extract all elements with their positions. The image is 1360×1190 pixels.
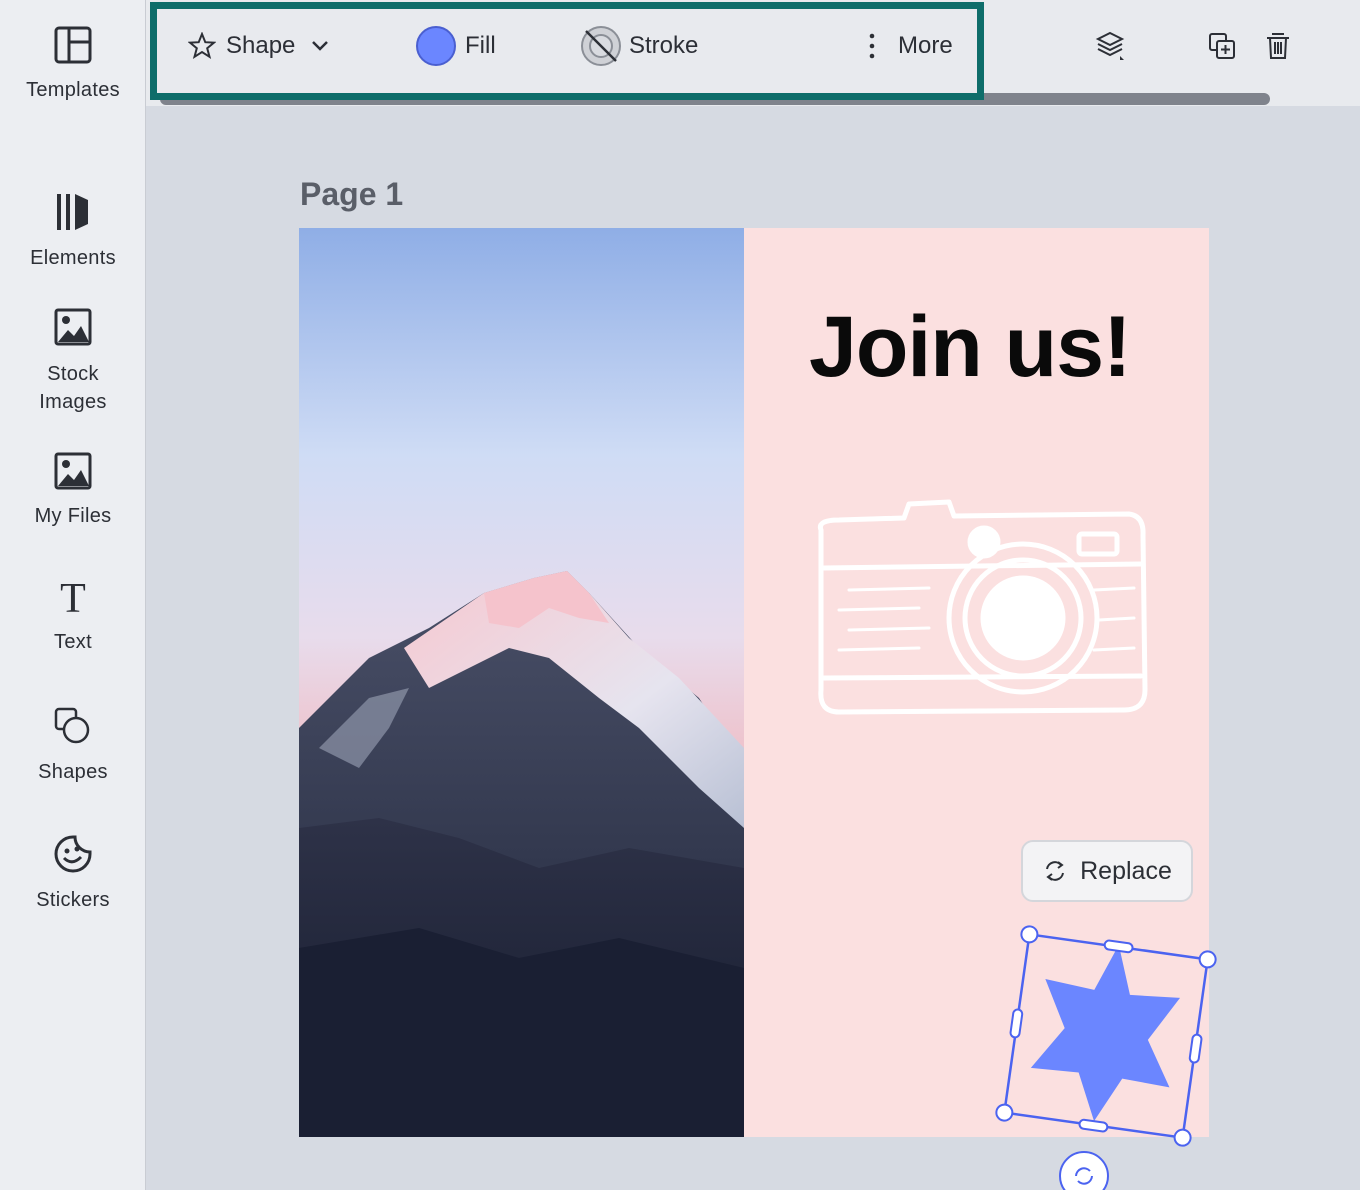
shape-label: Shape — [226, 32, 296, 59]
resize-handle-bottom-left[interactable] — [995, 1103, 1014, 1122]
sidebar-item-label: My Files — [34, 505, 112, 527]
more-vertical-icon — [869, 33, 875, 59]
no-stroke-icon — [581, 26, 621, 66]
resize-handle-left[interactable] — [1009, 1008, 1024, 1039]
sidebar-item-my-files[interactable]: My Files — [0, 452, 146, 530]
star-outline-icon — [188, 32, 216, 60]
shape-dropdown-button[interactable]: Shape — [188, 26, 331, 66]
resize-handle-bottom[interactable] — [1078, 1118, 1109, 1133]
sidebar-item-label: Shapes — [38, 761, 108, 783]
more-button[interactable]: More — [862, 26, 953, 66]
resize-handle-bottom-right[interactable] — [1173, 1128, 1192, 1147]
sidebar-item-label: Stock — [47, 363, 99, 385]
page-title: Page 1 — [300, 176, 404, 212]
sidebar-item-stickers[interactable]: Stickers — [0, 834, 146, 914]
sidebar-item-label: Text — [54, 631, 92, 653]
text-icon: T — [60, 578, 86, 618]
stroke-button[interactable]: Stroke — [580, 26, 698, 66]
layers-icon[interactable] — [1094, 30, 1126, 62]
replace-label: Replace — [1080, 856, 1172, 885]
stock-images-icon — [54, 308, 92, 346]
swap-arrows-icon — [1046, 861, 1065, 881]
my-files-icon — [54, 452, 92, 490]
left-sidebar: Templates Elements Stock Images My Files… — [0, 0, 146, 1190]
stickers-icon — [54, 835, 92, 873]
mountain-photo[interactable] — [299, 228, 744, 1137]
sidebar-item-label: Templates — [26, 79, 120, 101]
elements-icon — [57, 194, 88, 230]
sidebar-item-text[interactable]: T Text — [0, 578, 146, 656]
resize-handle-right[interactable] — [1188, 1033, 1203, 1064]
resize-handle-top[interactable] — [1103, 939, 1134, 954]
sidebar-item-label-line2: Images — [39, 391, 107, 413]
trash-icon[interactable] — [1262, 30, 1294, 62]
sidebar-item-elements[interactable]: Elements — [0, 192, 146, 272]
headline-text[interactable]: Join us! — [809, 298, 1132, 397]
rotate-handle-icon[interactable] — [1058, 1150, 1110, 1190]
sidebar-item-shapes[interactable]: Shapes — [0, 706, 146, 786]
sidebar-item-templates[interactable]: Templates — [0, 26, 146, 104]
camera-sketch-illustration[interactable] — [809, 490, 1154, 720]
resize-handle-top-left[interactable] — [1020, 925, 1039, 944]
stroke-label: Stroke — [629, 32, 699, 59]
fill-button[interactable]: Fill — [415, 26, 496, 66]
shapes-icon — [54, 707, 90, 744]
templates-icon — [54, 26, 92, 64]
svg-text:T: T — [60, 578, 86, 618]
duplicate-icon[interactable] — [1206, 30, 1238, 62]
fill-color-swatch-icon — [416, 26, 456, 66]
more-label: More — [898, 32, 953, 59]
star-shape — [1030, 944, 1181, 1122]
selected-star-shape[interactable] — [990, 920, 1222, 1152]
sidebar-item-label: Elements — [30, 247, 116, 269]
sidebar-item-stock-images[interactable]: Stock Images — [0, 308, 146, 416]
replace-button[interactable]: Replace — [1021, 840, 1193, 902]
resize-handle-top-right[interactable] — [1198, 950, 1217, 969]
mountain-image — [299, 228, 744, 1137]
chevron-down-icon — [312, 41, 329, 51]
sidebar-item-label: Stickers — [36, 889, 110, 911]
fill-label: Fill — [465, 32, 496, 59]
